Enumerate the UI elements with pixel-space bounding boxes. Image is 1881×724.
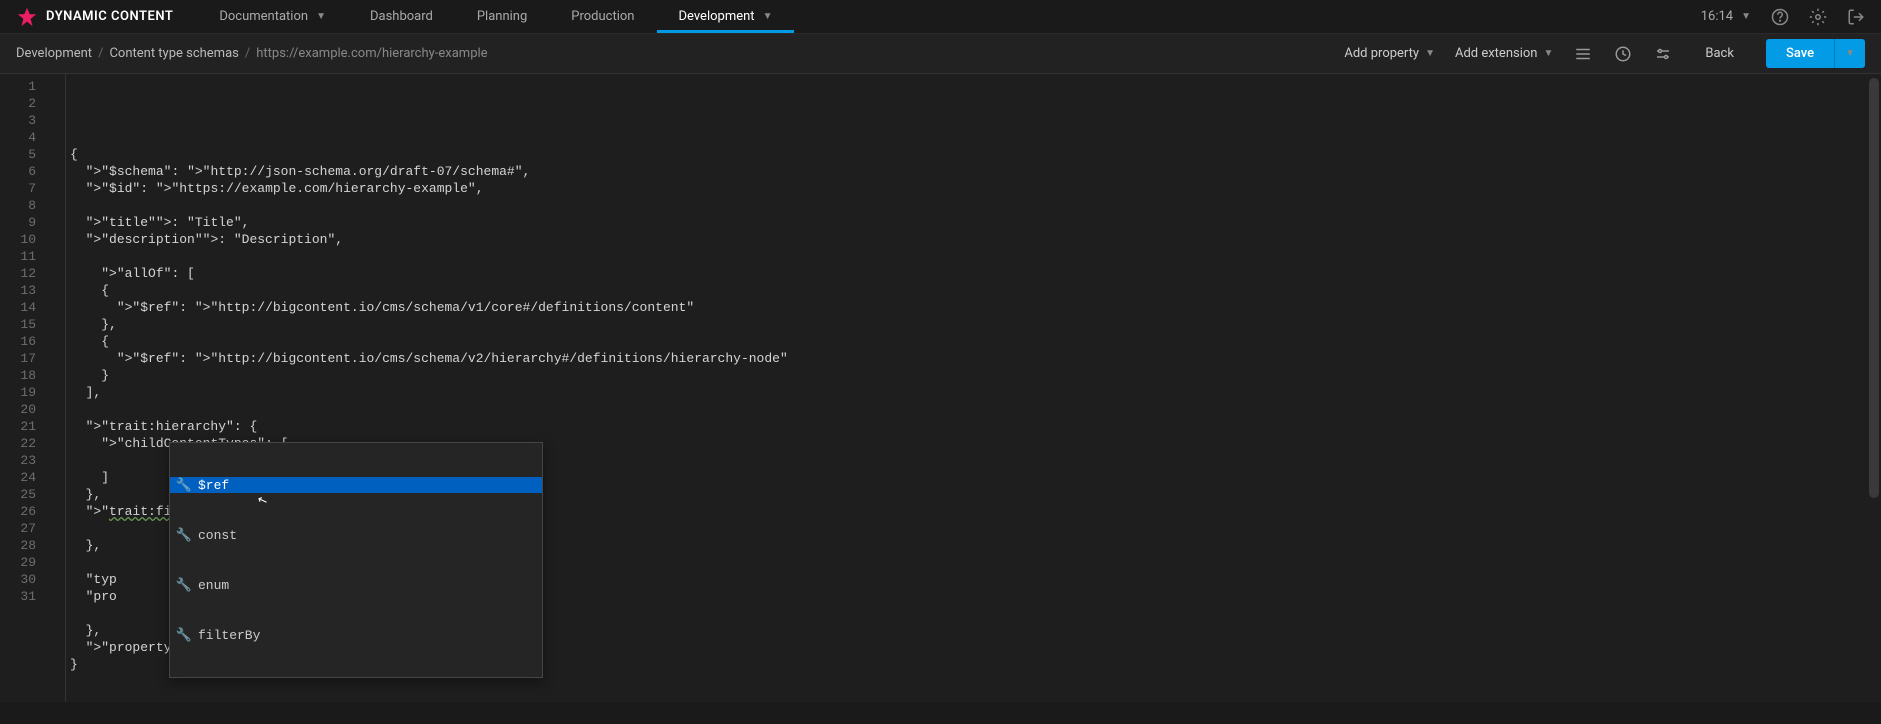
logo-icon [16, 6, 38, 28]
toolbar: Development / Content type schemas / htt… [0, 34, 1881, 74]
code-line[interactable]: ">"description"">: "Description", [66, 231, 1881, 248]
code-line[interactable]: ], [66, 384, 1881, 401]
chevron-down-icon: ▼ [763, 11, 773, 22]
scrollbar-thumb[interactable] [1869, 78, 1879, 498]
chevron-down-icon: ▼ [1741, 11, 1751, 22]
save-button[interactable]: Save [1766, 39, 1834, 68]
align-icon[interactable] [1573, 44, 1593, 64]
sliders-icon[interactable] [1653, 44, 1673, 64]
label: Add property [1344, 46, 1419, 61]
chevron-down-icon: ▼ [1845, 48, 1855, 59]
autocomplete-item-filterby[interactable]: 🔧 filterBy [170, 627, 542, 643]
code-line[interactable]: { [66, 333, 1881, 350]
breadcrumb-sep: / [98, 46, 103, 61]
chevron-down-icon: ▼ [1425, 48, 1435, 59]
nav-planning[interactable]: Planning [455, 0, 549, 33]
code-line[interactable] [66, 401, 1881, 418]
toolbar-right: Add property ▼ Add extension ▼ Back Save… [1344, 39, 1865, 68]
back-button[interactable]: Back [1693, 46, 1746, 61]
nav-dashboard[interactable]: Dashboard [348, 0, 455, 33]
add-property-button[interactable]: Add property ▼ [1344, 46, 1435, 61]
chevron-down-icon: ▼ [316, 11, 326, 22]
breadcrumb: Development / Content type schemas / htt… [16, 46, 488, 61]
code-line[interactable]: ">"title"">: "Title", [66, 214, 1881, 231]
code-line[interactable]: ">"trait:hierarchy": { [66, 418, 1881, 435]
wrench-icon: 🔧 [178, 579, 190, 591]
wrench-icon: 🔧 [178, 479, 190, 491]
code-line[interactable]: } [66, 367, 1881, 384]
breadcrumb-section[interactable]: Content type schemas [109, 46, 238, 61]
save-dropdown[interactable]: ▼ [1834, 39, 1865, 68]
gear-icon[interactable] [1809, 8, 1827, 26]
nav-label: Planning [477, 9, 527, 24]
code-line[interactable]: ">"$ref": ">"http://bigcontent.io/cms/sc… [66, 350, 1881, 367]
autocomplete-item-const[interactable]: 🔧 const [170, 527, 542, 543]
code-line[interactable]: { [66, 282, 1881, 299]
nav-label: Development [679, 9, 755, 24]
code-line[interactable]: ">"$schema": ">"http://json-schema.org/d… [66, 163, 1881, 180]
wrench-icon: 🔧 [178, 629, 190, 641]
label: Add extension [1455, 46, 1538, 61]
autocomplete-popup: 🔧 $ref 🔧 const 🔧 enum 🔧 filterBy [169, 442, 543, 678]
add-extension-button[interactable]: Add extension ▼ [1455, 46, 1553, 61]
line-gutter: 1234567891011121314151617181920212223242… [0, 74, 50, 702]
ac-label: $ref [198, 477, 229, 494]
ac-label: filterBy [198, 627, 260, 644]
logout-icon[interactable] [1847, 8, 1865, 26]
ac-label: enum [198, 577, 229, 594]
nav-production[interactable]: Production [549, 0, 656, 33]
code-area[interactable]: { ">"$schema": ">"http://json-schema.org… [66, 74, 1881, 702]
logo[interactable]: DYNAMIC CONTENT [16, 6, 173, 28]
code-line[interactable] [66, 248, 1881, 265]
chevron-down-icon: ▼ [1543, 48, 1553, 59]
nav-label: Documentation [219, 9, 308, 24]
breadcrumb-path: https://example.com/hierarchy-example [256, 46, 487, 61]
wrench-icon: 🔧 [178, 529, 190, 541]
logo-text: DYNAMIC CONTENT [46, 9, 173, 24]
time-value: 16:14 [1701, 9, 1733, 24]
nav: Documentation ▼ Dashboard Planning Produ… [197, 0, 794, 33]
breadcrumb-sep: / [245, 46, 250, 61]
top-header: DYNAMIC CONTENT Documentation ▼ Dashboar… [0, 0, 1881, 34]
autocomplete-item-enum[interactable]: 🔧 enum [170, 577, 542, 593]
help-icon[interactable] [1771, 8, 1789, 26]
nav-documentation[interactable]: Documentation ▼ [197, 0, 348, 33]
code-line[interactable]: }, [66, 316, 1881, 333]
nav-label: Dashboard [370, 9, 433, 24]
fold-strip [50, 74, 66, 702]
code-line[interactable]: ">"$id": ">"https://example.com/hierarch… [66, 180, 1881, 197]
time-display[interactable]: 16:14 ▼ [1701, 9, 1751, 24]
nav-development[interactable]: Development ▼ [657, 0, 795, 33]
history-icon[interactable] [1613, 44, 1633, 64]
save-group: Save ▼ [1766, 39, 1865, 68]
autocomplete-item-ref[interactable]: 🔧 $ref [170, 477, 542, 493]
nav-label: Production [571, 9, 634, 24]
breadcrumb-root[interactable]: Development [16, 46, 92, 61]
header-right: 16:14 ▼ [1701, 8, 1865, 26]
code-line[interactable]: { [66, 146, 1881, 163]
code-line[interactable] [66, 197, 1881, 214]
code-line[interactable]: ">"allOf": [ [66, 265, 1881, 282]
code-editor[interactable]: 1234567891011121314151617181920212223242… [0, 74, 1881, 702]
code-line[interactable]: ">"$ref": ">"http://bigcontent.io/cms/sc… [66, 299, 1881, 316]
ac-label: const [198, 527, 237, 544]
